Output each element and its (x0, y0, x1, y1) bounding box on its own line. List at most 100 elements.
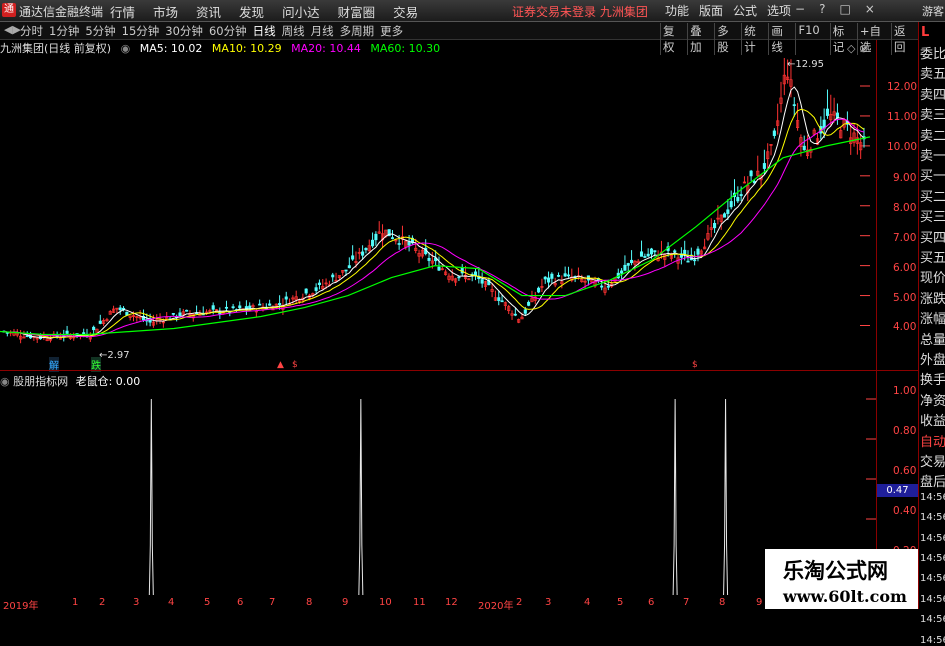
indicator-spike (723, 398, 729, 596)
indicator-chart[interactable] (0, 371, 876, 597)
help-icon[interactable]: ? (819, 2, 839, 16)
settings-circle-icon[interactable]: ◉ (121, 42, 131, 55)
window-controls: −?□× (795, 2, 889, 16)
candle-body (696, 248, 700, 255)
ma20-value: MA20: 10.44 (291, 42, 361, 55)
ma10-value: MA10: 10.29 (211, 42, 282, 55)
candle-body (643, 256, 647, 258)
menu-trade[interactable]: 交易 (393, 2, 418, 21)
guest-label[interactable]: 游客 (922, 3, 944, 19)
login-notice[interactable]: 证券交易未登录 九洲集团 (512, 3, 648, 20)
tab-1min[interactable]: 1分钟 (49, 23, 79, 39)
candle-body (238, 305, 242, 309)
sidebar-item-auto[interactable]: 自动 (920, 431, 945, 450)
menu-wealth[interactable]: 财富圈 (338, 2, 376, 21)
tool-f10[interactable]: F10 (795, 23, 821, 55)
tab-60min[interactable]: 60分钟 (209, 23, 247, 39)
period-tabs: 分时 1分钟 5分钟 15分钟 30分钟 60分钟 日线 周线 月线 多周期 更… (20, 23, 409, 39)
date-tick: 6 (237, 597, 244, 608)
tab-5min[interactable]: 5分钟 (85, 23, 115, 39)
menu-layout[interactable]: 版面 (699, 2, 723, 19)
candle-body (513, 313, 517, 316)
tool-multi-stock[interactable]: 多股 (714, 23, 733, 55)
indicator-spike (148, 398, 154, 596)
candle-body (566, 274, 571, 277)
sidebar-item-sell3: 卖三 (920, 108, 945, 124)
tab-daily[interactable]: 日线 (253, 23, 276, 39)
chart-tools: 复权 叠加 多股 统计 画线 F10 标记 +自选 返回 (660, 23, 918, 55)
candle-body (211, 305, 215, 310)
menu-formula[interactable]: 公式 (733, 2, 757, 19)
price-chart[interactable] (0, 56, 876, 370)
ma60-value: MA60: 10.30 (370, 42, 441, 55)
menu-news[interactable]: 资讯 (196, 2, 221, 21)
date-tick: 2019年 (3, 601, 39, 612)
sidebar-item-sell1: 卖一 (920, 149, 945, 164)
candle-body (351, 255, 355, 260)
sidebar-level-label[interactable]: L (921, 25, 929, 40)
date-axis: 2019年 1 2 3 4 5 6 7 8 9 10 11 12 2020年 2… (0, 597, 765, 612)
crosshair-value-badge: 0.47 (877, 484, 918, 497)
high-price-label: ←12.95 (787, 59, 825, 70)
menu-market[interactable]: 市场 (153, 2, 178, 21)
chart-options-icon[interactable]: ◇ ⊗ (847, 42, 868, 55)
candle-body (736, 197, 740, 202)
menu-function[interactable]: 功能 (665, 2, 689, 19)
menu-ask[interactable]: 问小达 (282, 2, 320, 21)
candle-body (563, 273, 567, 277)
indicator-tick: 0.80 (893, 425, 917, 437)
menu-options[interactable]: 选项 (767, 2, 791, 19)
tab-15min[interactable]: 15分钟 (122, 23, 160, 39)
candle-body (639, 251, 644, 257)
maximize-icon[interactable]: □ (839, 2, 864, 16)
sidebar-item-sell2: 卖二 (920, 128, 945, 144)
price-tick: 4.00 (893, 321, 917, 333)
candle-body (762, 163, 766, 169)
tab-more[interactable]: 更多 (380, 23, 403, 39)
sidebar-item-time: 14:56 (920, 553, 945, 564)
candle-body (361, 251, 365, 256)
date-tick: 7 (683, 597, 690, 608)
date-tick: 3 (133, 597, 140, 608)
tool-back[interactable]: 返回 (890, 23, 910, 55)
close-icon[interactable]: × (865, 2, 889, 16)
candle-body (268, 303, 272, 306)
candle-body (390, 237, 395, 239)
candle-body (606, 285, 610, 288)
menu-discover[interactable]: 发现 (239, 2, 264, 21)
sidebar-item-buy5: 买五 (920, 251, 945, 266)
tab-30min[interactable]: 30分钟 (165, 23, 203, 39)
event-marker-icon[interactable]: ▲ (277, 360, 284, 370)
period-toolbar: ◀▶ 分时 1分钟 5分钟 15分钟 30分钟 60分钟 日线 周线 月线 多周… (0, 22, 918, 55)
date-tick: 2020年 (478, 601, 514, 612)
dollar-marker-icon[interactable]: $ (292, 360, 298, 370)
ma20-line (3, 118, 865, 338)
sidebar-item-net-asset: 净资 (920, 393, 945, 409)
candle-body (231, 306, 235, 309)
candle-body (713, 222, 717, 229)
nav-arrows-icon[interactable]: ◀▶ (4, 23, 21, 36)
candle-body (726, 209, 730, 214)
menu-quotes[interactable]: 行情 (110, 2, 135, 21)
tab-weekly[interactable]: 周线 (282, 23, 305, 39)
candle-body (630, 259, 634, 264)
sidebar-item-change-pct: 涨幅 (920, 312, 945, 328)
candle-body (118, 307, 122, 311)
tool-stats[interactable]: 统计 (741, 23, 760, 55)
dollar-marker-icon[interactable]: $ (692, 360, 698, 370)
tool-fuquan[interactable]: 复权 (660, 23, 679, 55)
right-menu: 功能 版面 公式 选项 (665, 2, 801, 19)
date-tick: 8 (719, 597, 726, 608)
main-menu: 行情 市场 资讯 发现 问小达 财富圈 交易 (110, 2, 436, 21)
minimize-icon[interactable]: − (795, 2, 819, 16)
tool-overlay[interactable]: 叠加 (687, 23, 706, 55)
date-tick: 6 (648, 597, 655, 608)
tab-monthly[interactable]: 月线 (311, 23, 334, 39)
tool-mark[interactable]: 标记 (829, 23, 849, 55)
candle-body (258, 303, 262, 306)
tab-multi-period[interactable]: 多周期 (340, 23, 375, 39)
tool-draw[interactable]: 画线 (768, 23, 787, 55)
candle-body (686, 260, 690, 263)
tab-timeshare[interactable]: 分时 (20, 23, 43, 39)
candle-body (374, 233, 378, 241)
